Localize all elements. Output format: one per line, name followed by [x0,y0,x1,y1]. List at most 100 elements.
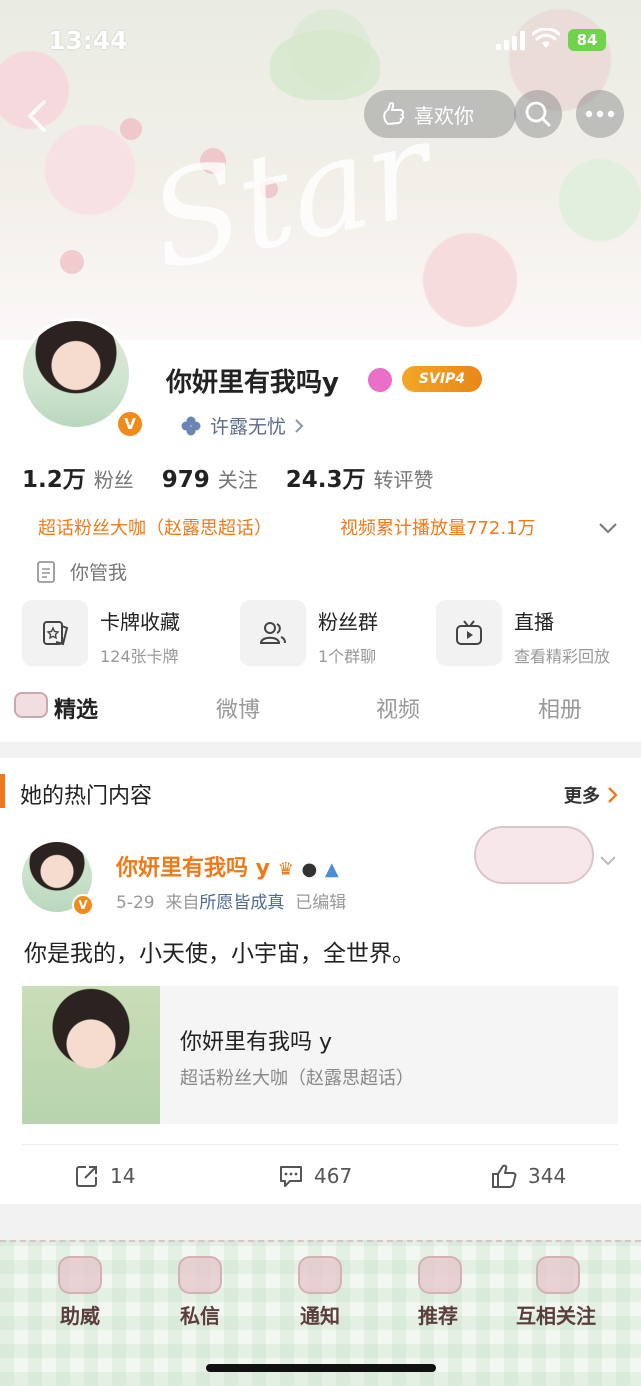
hand-heart-icon [383,101,405,126]
tab-videos[interactable]: 视频 [376,692,420,724]
tab-weibo[interactable]: 微博 [216,692,260,724]
cellular-signal-icon [496,30,526,50]
heart-cushion-icon [58,1256,102,1294]
following-count[interactable]: 979 [162,467,210,493]
post-edited: 已编辑 [295,893,347,913]
hot-content-header: 她的热门内容 更多 [0,760,641,822]
document-icon [37,560,55,583]
clover-icon [181,416,201,435]
gift-box-icon [418,1256,462,1294]
comment-icon [280,1166,302,1187]
home-indicator[interactable] [206,1364,436,1372]
post-text[interactable]: 你是我的，小天使，小宇宙，全世界。 [24,934,415,968]
mutual-follow-button[interactable]: 互相关注 [516,1300,596,1329]
feature-fan-group[interactable]: 粉丝群 1个群聊 [240,600,378,668]
feature-card-collection[interactable]: 卡牌收藏 124张卡牌 [22,600,180,668]
message-button[interactable]: 私信 [180,1300,220,1329]
notify-button[interactable]: 通知 [300,1300,340,1329]
group-link-label: 许露无忧 [210,416,287,438]
verified-badge: V [72,894,94,916]
like-you-button[interactable]: 喜欢你 [364,90,516,138]
card-subtitle: 超话粉丝大咖（赵露思超话） [180,1068,414,1089]
bio-row: 你管我 [36,558,127,585]
honor-video-plays[interactable]: 视频累计播放量772.1万 [340,514,536,540]
post-from-prefix: 来自 [165,893,200,913]
verified-badge: V [116,410,144,438]
shark-icon: ▲ [324,859,339,880]
feature-title: 粉丝群 [318,610,378,634]
wifi-icon [532,28,560,48]
post-date: 5-29 [116,893,155,913]
card-title: 你妍里有我吗 y [180,1030,333,1055]
post-author-name[interactable]: 你妍里有我吗 y ♛ ● ▲ [116,850,339,882]
repost-count: 14 [110,1164,136,1188]
chevron-down-icon[interactable] [596,516,620,540]
post-link-card[interactable]: 你妍里有我吗 y 超话粉丝大咖（赵露思超话） [22,986,618,1124]
battery-indicator: 84 [568,29,606,51]
share-icon [76,1166,97,1187]
more-options-button[interactable] [576,90,624,138]
back-arrow-icon[interactable] [18,96,58,136]
chevron-right-icon [608,787,618,803]
chevron-right-icon [295,418,304,433]
followers-count[interactable]: 1.2万 [22,460,86,494]
search-tag-icon[interactable] [368,368,392,392]
search-button[interactable] [514,90,562,138]
search-icon [525,101,551,127]
tab-decoration-icon [14,692,48,718]
group-link[interactable]: 许露无忧 [180,412,306,439]
bow-icon [536,1256,580,1294]
blocks-icon [298,1256,342,1294]
svip-badge[interactable]: SVIP4 [402,366,482,392]
following-label[interactable]: 关注 [218,464,258,493]
card-icon [22,600,88,666]
bone-icon [178,1256,222,1294]
profile-stats: 1.2万 粉丝 979 关注 24.3万 转评赞 [22,460,462,494]
flower-decoration [120,118,142,140]
tab-albums[interactable]: 相册 [538,692,582,724]
feature-title: 卡牌收藏 [100,610,180,634]
post-author-label: 你妍里有我吗 y [116,856,271,881]
post-actions: 14 467 344 [22,1144,618,1202]
profile-avatar[interactable] [20,318,132,430]
tab-featured[interactable]: 精选 [54,692,98,724]
accent-bar [0,774,5,808]
bio-text: 你管我 [70,562,128,584]
more-link[interactable]: 更多 [564,782,620,808]
recommend-button[interactable]: 推荐 [418,1300,458,1329]
followers-label[interactable]: 粉丝 [94,464,134,493]
comment-button[interactable]: 467 [278,1163,352,1189]
feature-subtitle: 124张卡牌 [100,647,179,666]
interactions-count[interactable]: 24.3万 [286,460,366,494]
feature-title: 直播 [514,610,554,634]
sticker-decoration [474,826,594,884]
feature-live[interactable]: 直播 查看精彩回放 [436,600,610,668]
feature-subtitle: 查看精彩回放 [514,647,611,666]
chevron-down-icon[interactable] [598,850,618,870]
profile-tabs: 精选 微博 视频 相册 [0,684,641,736]
like-button[interactable]: 344 [490,1163,566,1189]
repost-button[interactable]: 14 [74,1163,135,1189]
cheer-button[interactable]: 助威 [60,1300,100,1329]
profile-nickname: 你妍里有我吗y [166,368,339,398]
post-meta: 5-29 来自所愿皆成真 已编辑 [116,888,346,913]
card-thumbnail [22,986,160,1124]
interactions-label[interactable]: 转评赞 [374,464,434,493]
feature-subtitle: 1个群聊 [318,647,377,666]
like-count: 344 [528,1164,567,1188]
group-icon [240,600,306,666]
section-divider [0,1204,641,1240]
section-divider [0,742,641,758]
status-bar: 13:44 84 [0,0,641,80]
more-dots-icon [585,110,615,118]
panda-icon: ● [301,859,318,880]
honor-superfan[interactable]: 超话粉丝大咖（赵露思超话） [38,514,272,540]
like-you-label: 喜欢你 [414,103,474,128]
status-time: 13:44 [48,26,128,55]
flower-decoration [60,250,84,274]
post-source[interactable]: 所愿皆成真 [199,893,284,913]
thumbs-up-icon [492,1164,517,1188]
section-title: 她的热门内容 [20,784,153,809]
crown-icon: ♛ [277,859,294,880]
more-label: 更多 [564,786,600,807]
